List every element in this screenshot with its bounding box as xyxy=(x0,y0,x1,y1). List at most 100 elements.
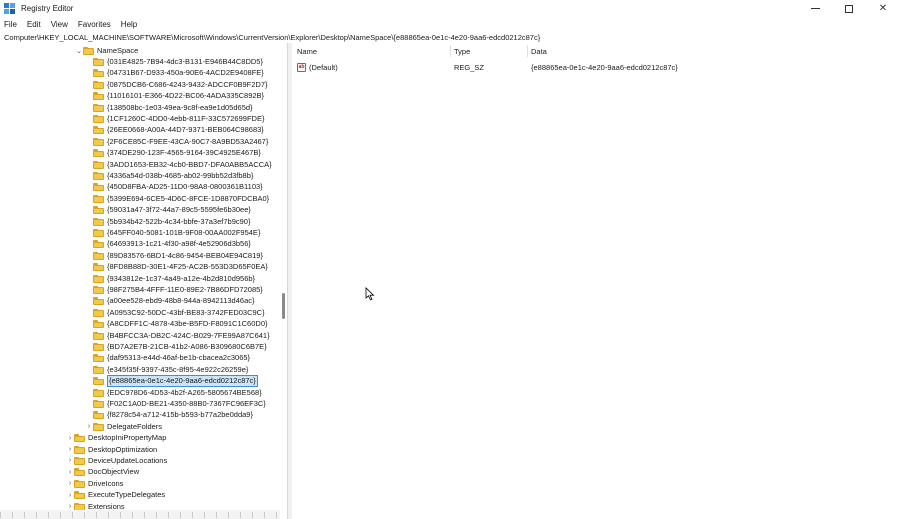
values-list-pane[interactable]: Name Type Data ab (Default) REG_SZ {e888… xyxy=(292,43,900,519)
tree-node-key[interactable]: {04731B67-D933-450a-90E6-4ACD2E9408FE} xyxy=(85,68,264,79)
tree-node-key[interactable]: {4336a54d-038b-4685-ab02-99bb52d3fb8b} xyxy=(85,170,253,181)
chevron-right-icon[interactable]: › xyxy=(66,433,74,444)
folder-icon xyxy=(93,103,104,112)
folder-icon xyxy=(93,320,104,329)
tree-node-key[interactable]: {EDC978D6-4D53-4b2f-A265-5805674BE568} xyxy=(85,387,262,398)
tree-node-key[interactable]: {450D8FBA-AD25-11D0-98A8-0800361B1103} xyxy=(85,182,263,193)
menu-file[interactable]: File xyxy=(0,20,22,29)
chevron-right-icon[interactable]: › xyxy=(66,455,74,466)
tree-node-key[interactable]: {5b934b42-522b-4c34-bbfe-37a3ef7b9c90} xyxy=(85,216,250,227)
value-name-cell: ab (Default) xyxy=(297,61,338,73)
tree-node-key[interactable]: {3ADD1653-EB32-4cb0-BBD7-DFA0ABB5ACCA} xyxy=(85,159,272,170)
tree-node-namespace[interactable]: ⌄ NameSpace xyxy=(75,45,138,56)
tree-node-label: ExecuteTypeDelegates xyxy=(88,490,166,500)
chevron-right-icon[interactable]: › xyxy=(66,490,74,501)
folder-icon xyxy=(93,342,104,351)
folder-icon xyxy=(93,240,104,249)
tree-pane[interactable]: ⌄ NameSpace {031E4825-7B94-4dc3-B131-E946B… xyxy=(0,43,288,519)
tree-node-label: {4336a54d-038b-4685-ab02-99bb52d3fb8b} xyxy=(107,170,254,180)
tree-node-key[interactable]: {98F275B4-4FFF-11E0-89E2-7B86DFD72085} xyxy=(85,284,263,295)
tree-node-key[interactable]: {B4BFCC3A-DB2C-424C-B029-7FE99A87C641} xyxy=(85,330,270,341)
tree-node-label: {374DE290-123F-4565-9164-39C4925E467B} xyxy=(107,148,261,158)
tree-node-sibling[interactable]: › DeviceUpdateLocations xyxy=(66,455,167,466)
column-divider[interactable] xyxy=(450,45,451,57)
address-bar[interactable]: Computer\HKEY_LOCAL_MACHINE\SOFTWARE\Mic… xyxy=(0,31,900,43)
tree-node-key[interactable]: {e345f35f-9397-435c-8f95-4e922c26259e} xyxy=(85,364,248,375)
column-divider[interactable] xyxy=(527,45,528,57)
tree-node-sibling[interactable]: › ExecuteTypeDelegates xyxy=(66,490,165,501)
menu-help[interactable]: Help xyxy=(116,20,142,29)
tree-node-key[interactable]: {F02C1A0D-BE21-4350-88B0-7367FC96EF3C} xyxy=(85,398,266,409)
chevron-right-icon[interactable]: › xyxy=(85,421,93,432)
maximize-button[interactable] xyxy=(832,0,866,17)
tree-node-key[interactable]: {89D83576-6BD1-4c86-9454-BEB04E94C819} xyxy=(85,250,263,261)
menu-edit[interactable]: Edit xyxy=(22,20,46,29)
tree-node-sibling[interactable]: › DriveIcons xyxy=(66,478,123,489)
tree-node-key[interactable]: {a00ee528-ebd9-48b8-944a-8942113d46ac} xyxy=(85,296,255,307)
tree-node-sibling[interactable]: › DocObjectView xyxy=(66,467,139,478)
tree-node-key[interactable]: {374DE290-123F-4565-9164-39C4925E467B} xyxy=(85,148,261,159)
chevron-right-icon[interactable]: › xyxy=(66,478,74,489)
tree-node-label: DeviceUpdateLocations xyxy=(88,455,168,465)
tree-node-label: {64693913-1c21-4f30-a98f-4e52906d3b56} xyxy=(107,239,251,249)
value-row-default[interactable]: ab (Default) REG_SZ {e88865ea-0e1c-4e20-… xyxy=(292,61,900,73)
tree-node-label: {e88865ea-0e1c-4e20-9aa6-edcd0212c87c} xyxy=(107,375,258,388)
tree-node-key[interactable]: {e88865ea-0e1c-4e20-9aa6-edcd0212c87c} xyxy=(85,375,258,388)
tree-node-key[interactable]: {BD7A2E7B-21CB-41b2-A086-B309680C6B7E} xyxy=(85,341,267,352)
tree-node-label: {2F6CE85C-F9EE-43CA-90C7-8A9BD53A2467} xyxy=(107,136,269,146)
tree-node-sibling[interactable]: › DesktopIniPropertyMap xyxy=(66,433,166,444)
tree-node-label: {A0953C92-50DC-43bf-BE83-3742FED03C9C} xyxy=(107,307,265,317)
menu-view[interactable]: View xyxy=(46,20,73,29)
column-header-type[interactable]: Type xyxy=(454,43,470,59)
menu-favorites[interactable]: Favorites xyxy=(73,20,116,29)
tree-node-key[interactable]: {A0953C92-50DC-43bf-BE83-3742FED03C9C} xyxy=(85,307,265,318)
chevron-down-icon[interactable]: ⌄ xyxy=(75,45,83,56)
tree-node-key[interactable]: {5399E694-6CE5-4D6C-8FCE-1D8870FDCBA0} xyxy=(85,193,269,204)
tree-vertical-scrollbar[interactable] xyxy=(281,43,287,511)
tree-scrollbar-thumb[interactable] xyxy=(282,293,285,319)
tree-node-key[interactable]: {031E4825-7B94-4dc3-B131-E946B44C8DD5} xyxy=(85,56,263,67)
tree-node-key[interactable]: {1CF1260C-4DD0-4ebb-811F-33C572699FDE} xyxy=(85,113,264,124)
tree-node-key[interactable]: {2F6CE85C-F9EE-43CA-90C7-8A9BD53A2467} xyxy=(85,136,268,147)
folder-icon xyxy=(74,468,85,477)
tree-node-key[interactable]: {59031a47-3f72-44a7-89c5-5595fe6b30ee} xyxy=(85,205,251,216)
value-type: REG_SZ xyxy=(454,62,485,72)
tree-node-sibling[interactable]: › DesktopOptimization xyxy=(66,444,157,455)
tree-node-key[interactable]: {645FF040-5081-101B-9F08-00AA002F954E} xyxy=(85,227,260,238)
minimize-button[interactable] xyxy=(798,0,832,17)
tree-node-key[interactable]: {A8CDFF1C-4878-43be-B5FD-F8091C1C60D0} xyxy=(85,319,268,330)
tree-node-key[interactable]: {64693913-1c21-4f30-a98f-4e52906d3b56} xyxy=(85,239,251,250)
close-button[interactable]: ✕ xyxy=(866,0,900,17)
tree-node-key[interactable]: {f8278c54-a712-415b-b593-b77a2be0dda9} xyxy=(85,410,253,421)
tree-node-label: DesktopIniPropertyMap xyxy=(88,433,167,443)
folder-icon xyxy=(93,308,104,317)
tree-node-key[interactable]: {8FD8B88D-30E1-4F25-AC2B-553D3D65F0EA} xyxy=(85,262,268,273)
column-header-name[interactable]: Name xyxy=(297,43,317,59)
tree-node-label: {138508bc-1e03-49ea-9c8f-ea9e1d05d65d} xyxy=(107,102,253,112)
chevron-right-icon[interactable]: › xyxy=(66,444,74,455)
tree-node-label: {04731B67-D933-450a-90E6-4ACD2E9408FE} xyxy=(107,68,264,78)
tree-node-key[interactable]: {9343812e-1c37-4a49-a12e-4b2d810d956b} xyxy=(85,273,255,284)
column-header-data[interactable]: Data xyxy=(531,43,547,59)
tree-node-delegatefolders[interactable]: › DelegateFolders xyxy=(85,421,162,432)
minimize-icon xyxy=(810,8,820,9)
tree-node-key[interactable]: {0875DCB6-C686-4243-9432-ADCCF0B9F2D7} xyxy=(85,79,268,90)
tree-node-key[interactable]: {daf95313-e44d-46af-be1b-cbacea2c3065} xyxy=(85,353,250,364)
tree-node-label: {f8278c54-a712-415b-b593-b77a2be0dda9} xyxy=(107,410,253,420)
tree-node-key[interactable]: {26EE0668-A00A-44D7-9371-BEB064C98683} xyxy=(85,125,264,136)
chevron-right-icon[interactable]: › xyxy=(66,467,74,478)
tree-node-key[interactable]: {138508bc-1e03-49ea-9c8f-ea9e1d05d65d} xyxy=(85,102,253,113)
tree-node-key[interactable]: {11016101-E366-4D22-BC06-4ADA335C892B} xyxy=(85,91,264,102)
tree-node-label: {5399E694-6CE5-4D6C-8FCE-1D8870FDCBA0} xyxy=(107,193,270,203)
folder-icon xyxy=(93,194,104,203)
